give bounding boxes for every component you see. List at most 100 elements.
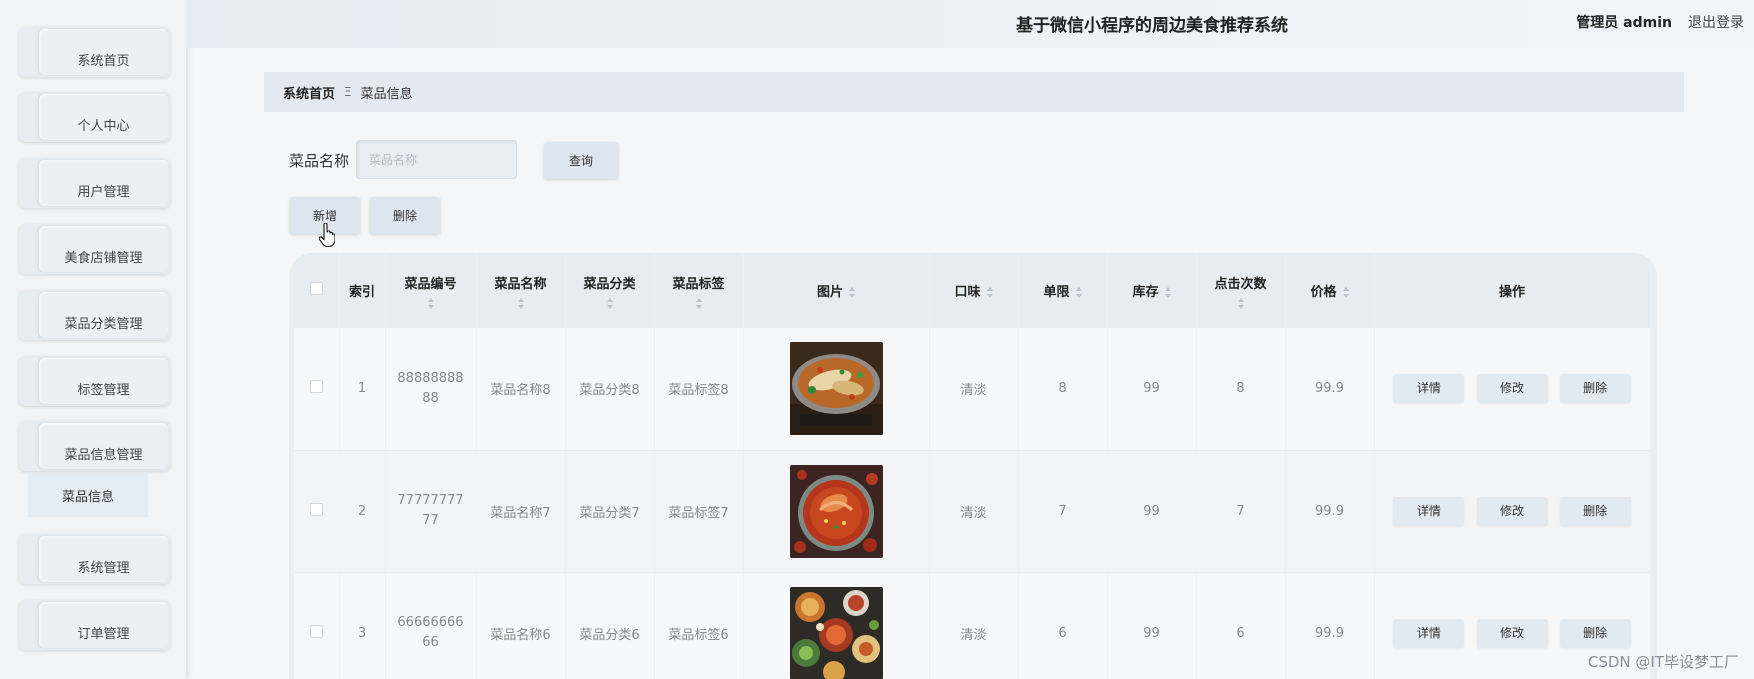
col-name[interactable]: 菜品名称 [476,253,566,328]
breadcrumb-home[interactable]: 系统首页 [283,83,335,102]
sort-icon[interactable] [1237,297,1244,309]
delete-button[interactable]: 删除 [1559,618,1631,648]
sort-icon[interactable] [986,287,993,298]
cell-limit: 7 [1018,450,1108,572]
select-all-checkbox[interactable] [309,282,323,295]
dish-table: 索引 菜品编号 菜品名称 菜品分类 菜品标签 图片 口味 单限 库存 点击次数 … [289,253,1657,679]
bulk-delete-button[interactable]: 删除 [370,197,440,234]
sort-icon[interactable] [1164,287,1171,298]
dish-image-braised-fish-hotpot [789,342,883,436]
col-clicks[interactable]: 点击次数 [1196,253,1286,328]
cell-actions: 详情 修改 删除 [1374,328,1651,450]
dish-image-assorted-dishes-spread [789,586,883,679]
cell-index: 3 [339,572,386,679]
sidebar-item-label: 个人中心 [39,94,168,140]
sort-icon[interactable] [427,297,434,309]
sidebar-item-system-management[interactable]: 系统管理 [19,534,170,584]
cell-stock: 99 [1107,328,1197,450]
col-stock[interactable]: 库存 [1107,253,1197,328]
col-price[interactable]: 价格 [1285,253,1375,328]
col-category[interactable]: 菜品分类 [565,253,655,328]
sidebar-item-label: 标签管理 [39,358,168,404]
cell-clicks: 8 [1196,328,1286,450]
sort-icon[interactable] [1075,287,1082,298]
sidebar-item-order-management[interactable]: 订单管理 [19,600,170,650]
row-select-cell [294,450,340,572]
sort-icon[interactable] [1342,287,1349,298]
detail-button[interactable]: 详情 [1393,618,1465,648]
sort-icon[interactable] [517,297,524,309]
table-row: 3 6666666666 菜品名称6 菜品分类6 菜品标签6 清淡 6 99 6… [294,572,1651,679]
sidebar-item-shop-management[interactable]: 美食店铺管理 [19,224,170,274]
sidebar-item-label: 菜品分类管理 [39,292,168,338]
cell-code: 7777777777 [385,450,477,572]
cell-price: 99.9 [1285,572,1375,679]
table-row: 1 8888888888 菜品名称8 菜品分类8 菜品标签8 清淡 8 99 8… [294,328,1651,450]
row-select-cell [294,328,340,450]
delete-button[interactable]: 删除 [1559,496,1631,526]
select-all-cell [294,253,340,328]
edit-button[interactable]: 修改 [1476,618,1548,648]
sidebar-subitem-dish-info[interactable]: 菜品信息 [28,473,148,517]
col-index: 索引 [339,253,386,328]
sort-icon[interactable] [695,297,702,309]
col-tag[interactable]: 菜品标签 [654,253,744,328]
cell-image [743,328,930,450]
cell-name: 菜品名称6 [476,572,566,679]
col-taste[interactable]: 口味 [929,253,1019,328]
cell-price: 99.9 [1285,450,1375,572]
sidebar-item-dish-info-management[interactable]: 菜品信息管理 [19,421,170,471]
detail-button[interactable]: 详情 [1393,496,1465,526]
cell-taste: 清淡 [929,328,1019,450]
sort-icon[interactable] [606,297,613,309]
sidebar-item-label: 系统管理 [39,536,168,582]
cell-stock: 99 [1107,572,1197,679]
detail-button[interactable]: 详情 [1393,374,1465,404]
sidebar-item-label: 订单管理 [39,602,168,648]
cell-index: 1 [339,328,386,450]
search-input[interactable] [356,140,517,179]
breadcrumb-current: 菜品信息 [360,86,413,102]
cell-index: 2 [339,450,386,572]
sidebar-item-user-management[interactable]: 用户管理 [19,158,170,208]
dish-image-spicy-crayfish-plate [789,464,883,558]
cell-clicks: 6 [1196,572,1286,679]
delete-button[interactable]: 删除 [1559,374,1631,404]
cell-code: 6666666666 [385,572,477,679]
cell-limit: 6 [1018,572,1108,679]
col-label: 菜品编号 [404,276,457,292]
breadcrumb: 系统首页 Ξ 菜品信息 [264,72,1684,112]
col-label: 口味 [954,285,981,300]
col-limit[interactable]: 单限 [1018,253,1108,328]
cell-taste: 清淡 [929,450,1019,572]
col-label: 菜品名称 [494,276,547,292]
breadcrumb-separator-icon: Ξ [344,85,352,99]
sidebar-item-tag-management[interactable]: 标签管理 [19,356,170,406]
cell-code: 8888888888 [385,328,477,450]
sidebar: 系统首页 个人中心 用户管理 美食店铺管理 菜品分类管理 标签管理 菜品信息管理… [0,0,186,679]
table-header-row: 索引 菜品编号 菜品名称 菜品分类 菜品标签 图片 口味 单限 库存 点击次数 … [294,253,1651,328]
table-row: 2 7777777777 菜品名称7 菜品分类7 菜品标签7 清淡 7 99 7… [294,450,1651,572]
cell-name: 菜品名称7 [476,450,566,572]
sidebar-item-category-management[interactable]: 菜品分类管理 [19,290,170,340]
col-actions: 操作 [1374,253,1651,328]
watermark: CSDN @IT毕设梦工厂 [1587,653,1739,671]
hand-cursor-icon [319,223,335,247]
logout-link[interactable]: 退出登录 [1688,12,1744,32]
cell-category: 菜品分类8 [565,328,655,450]
col-code[interactable]: 菜品编号 [385,253,477,328]
cell-image [743,572,930,679]
row-checkbox[interactable] [309,502,323,516]
sidebar-item-label: 用户管理 [39,160,168,206]
col-image[interactable]: 图片 [743,253,930,328]
edit-button[interactable]: 修改 [1476,374,1548,404]
edit-button[interactable]: 修改 [1476,496,1548,526]
col-label: 菜品标签 [672,276,725,292]
row-checkbox[interactable] [309,380,323,394]
cell-category: 菜品分类7 [565,450,655,572]
sidebar-item-personal-center[interactable]: 个人中心 [19,92,170,142]
query-button[interactable]: 查询 [544,142,618,179]
row-checkbox[interactable] [309,624,323,638]
sort-icon[interactable] [849,287,855,298]
sidebar-item-home[interactable]: 系统首页 [19,27,170,77]
